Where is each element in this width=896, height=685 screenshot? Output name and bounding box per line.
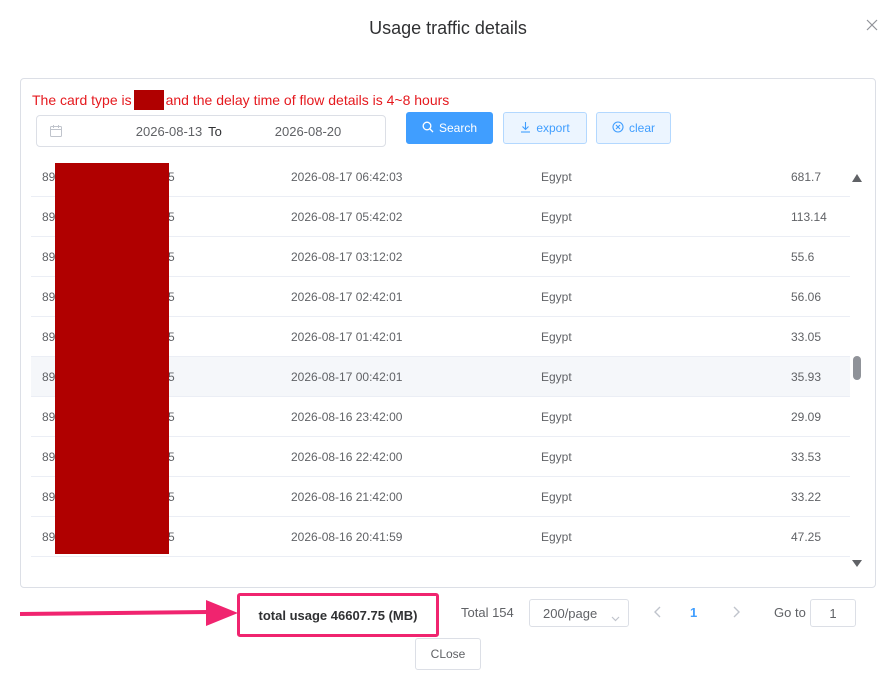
card-id-prefix: 89 [42,330,56,344]
calendar-icon [49,124,63,138]
usage-cell: 33.05 [791,330,822,344]
card-id-prefix: 89 [42,250,56,264]
scroll-up-icon[interactable] [852,171,862,182]
dialog-title: Usage traffic details [369,18,527,38]
close-icon[interactable] [864,17,880,33]
card-id-suffix: 5 [168,530,175,544]
annotation-arrow [19,596,240,632]
current-page[interactable]: 1 [690,605,697,620]
usage-cell: 681.7 [791,170,822,184]
card-id-suffix: 5 [168,450,175,464]
search-icon [422,121,434,136]
usage-cell: 35.93 [791,370,822,384]
notice-text: The card type is and the delay time of f… [32,90,449,110]
card-id-suffix: 5 [168,490,175,504]
usage-cell: 33.22 [791,490,822,504]
usage-cell: 47.25 [791,530,822,544]
country-cell: Egypt [541,210,572,224]
page-size-value: 200/page [543,605,598,621]
goto-page-input[interactable] [810,599,856,627]
clear-label: clear [628,121,655,135]
card-id-prefix: 89 [42,370,56,384]
scrollbar-thumb[interactable] [853,356,861,380]
time-cell: 2026-08-17 05:42:02 [291,210,403,224]
time-cell: 2026-08-16 22:42:00 [291,450,403,464]
time-cell: 2026-08-16 20:41:59 [291,530,403,544]
usage-cell: 33.53 [791,450,822,464]
card-id-prefix: 89 [42,450,56,464]
country-cell: Egypt [541,330,572,344]
card-id-prefix: 89 [42,490,56,504]
next-page-button[interactable] [730,605,742,619]
country-cell: Egypt [541,410,572,424]
country-cell: Egypt [541,170,572,184]
card-id-prefix: 89 [42,410,56,424]
usage-cell: 29.09 [791,410,822,424]
prev-page-button[interactable] [652,605,664,619]
clear-button[interactable]: clear [596,112,671,144]
scroll-down-icon[interactable] [852,556,862,567]
country-cell: Egypt [541,490,572,504]
time-cell: 2026-08-17 06:42:03 [291,170,403,184]
time-cell: 2026-08-17 01:42:01 [291,330,403,344]
total-count: Total 154 [461,605,514,620]
country-cell: Egypt [541,290,572,304]
total-usage: total usage 46607.75 (MB) [237,593,439,637]
card-id-prefix: 89 [42,170,56,184]
page-size-select[interactable]: 200/page [529,599,629,627]
country-cell: Egypt [541,530,572,544]
time-cell: 2026-08-17 00:42:01 [291,370,403,384]
end-date-input[interactable]: 2026-08-20 [223,124,393,139]
chevron-down-icon [611,610,620,622]
date-range-picker[interactable]: 2026-08-13 To 2026-08-20 [36,115,386,147]
search-button[interactable]: Search [406,112,493,144]
card-id-suffix: 5 [168,290,175,304]
usage-cell: 55.6 [791,250,815,264]
card-id-prefix: 89 [42,290,56,304]
export-button[interactable]: export [503,112,587,144]
goto-label: Go to [774,605,806,620]
close-button[interactable]: CLose [415,638,481,670]
card-id-suffix: 5 [168,170,175,184]
card-id-suffix: 5 [168,210,175,224]
card-id-suffix: 5 [168,370,175,384]
card-id-suffix: 5 [168,250,175,264]
card-id-suffix: 5 [168,330,175,344]
download-icon [520,121,531,136]
country-cell: Egypt [541,370,572,384]
country-cell: Egypt [541,450,572,464]
card-id-prefix: 89 [42,210,56,224]
notice-prefix: The card type is [32,92,132,108]
country-cell: Egypt [541,250,572,264]
redacted-card-type [133,90,164,110]
card-id-suffix: 5 [168,410,175,424]
search-label: Search [438,121,478,135]
circle-close-icon [612,120,624,136]
card-id-prefix: 89 [42,530,56,544]
time-cell: 2026-08-16 23:42:00 [291,410,403,424]
time-cell: 2026-08-16 21:42:00 [291,490,403,504]
notice-suffix: and the delay time of flow details is 4~… [165,92,450,108]
usage-cell: 113.14 [791,210,827,224]
usage-cell: 56.06 [791,290,822,304]
time-cell: 2026-08-17 02:42:01 [291,290,403,304]
time-cell: 2026-08-17 03:12:02 [291,250,403,264]
export-label: export [536,121,570,135]
redacted-card-ids [55,163,169,554]
